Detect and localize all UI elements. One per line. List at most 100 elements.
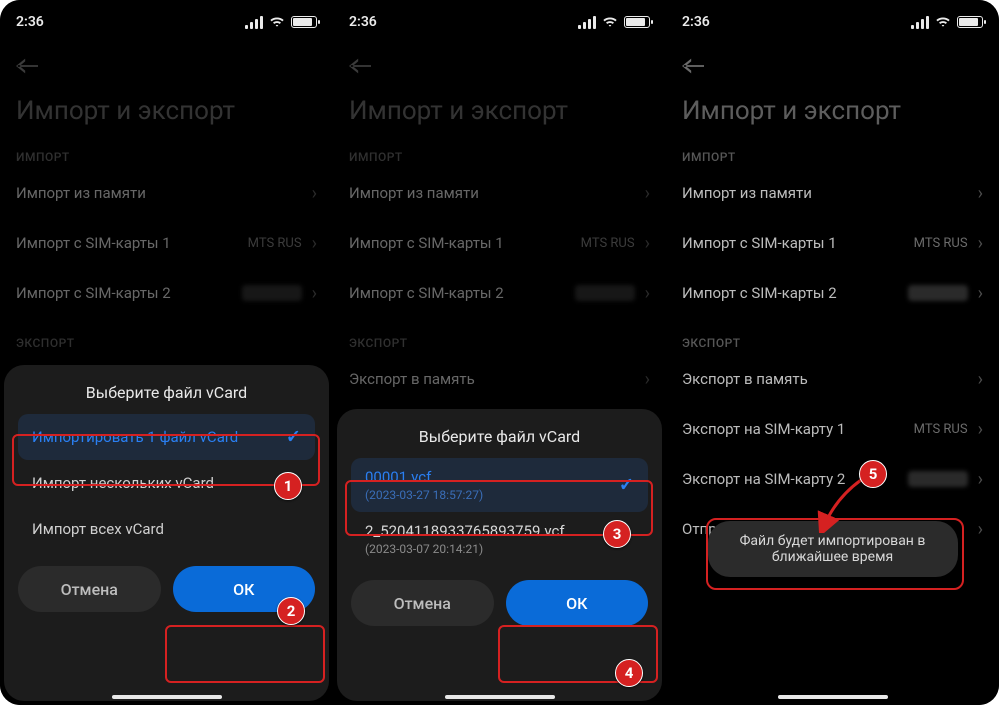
option-label: Импорт всех vCard xyxy=(32,520,164,538)
wifi-icon xyxy=(269,16,285,28)
row-label: Экспорт на SIM-карту 1 xyxy=(682,420,845,438)
home-indicator[interactable] xyxy=(445,695,555,699)
signal-icon xyxy=(245,16,263,29)
status-bar: 2:36 xyxy=(333,0,666,38)
file-name: 00001.vcf xyxy=(365,468,431,486)
file-item-1[interactable]: 00001.vcf (2023-03-27 18:57:27) ✓ xyxy=(351,458,648,512)
status-bar: 2:36 xyxy=(0,0,333,38)
wifi-icon xyxy=(935,16,951,28)
chevron-right-icon: › xyxy=(645,283,650,304)
row-import-memory[interactable]: Импорт из памяти › xyxy=(682,168,983,218)
check-icon: ✓ xyxy=(619,475,634,496)
dialog-title: Выберите файл vCard xyxy=(351,427,648,446)
signal-icon xyxy=(911,16,929,29)
row-import-sim2[interactable]: Импорт с SIM-карты 2 › xyxy=(349,268,650,318)
file-date: (2023-03-27 18:57:27) xyxy=(365,488,634,502)
chevron-right-icon: › xyxy=(312,283,317,304)
toast-text: Файл будет импортирован в ближайшее врем… xyxy=(740,533,926,565)
button-label: ОК xyxy=(233,580,254,599)
chevron-right-icon: › xyxy=(978,183,983,204)
option-label: Импортировать 1 файл vCard xyxy=(32,428,238,446)
dialog-buttons: Отмена ОК xyxy=(18,566,315,612)
row-tail: MTS RUS xyxy=(914,236,968,251)
chevron-right-icon: › xyxy=(978,519,983,540)
back-button[interactable] xyxy=(349,58,650,78)
status-right xyxy=(578,16,650,29)
status-right xyxy=(245,16,317,29)
tutorial-composite: 2:36 Импорт и экспорт ИМПОРТ Импорт из п… xyxy=(0,0,999,705)
chevron-right-icon: › xyxy=(312,233,317,254)
row-import-memory[interactable]: Импорт из памяти › xyxy=(16,168,317,218)
chevron-right-icon: › xyxy=(978,369,983,390)
row-label: Экспорт в память xyxy=(349,370,475,388)
check-icon: ✓ xyxy=(286,427,301,448)
status-time: 2:36 xyxy=(349,14,377,30)
row-tail: MTS RUS xyxy=(914,422,968,437)
section-import-label: ИМПОРТ xyxy=(16,150,317,164)
dialog-choose-vcard-mode: Выберите файл vCard Импортировать 1 файл… xyxy=(4,365,329,701)
row-label: Экспорт в память xyxy=(682,370,808,388)
chevron-right-icon: › xyxy=(978,419,983,440)
file-name: 2_5204118933765893759.vcf xyxy=(365,522,565,540)
row-label: Импорт из памяти xyxy=(682,184,812,202)
page-title: Импорт и экспорт xyxy=(349,96,650,126)
cancel-button[interactable]: Отмена xyxy=(18,566,161,612)
ok-button[interactable]: ОК xyxy=(506,580,649,626)
redacted-carrier xyxy=(908,471,968,487)
file-date: (2023-03-07 20:14:21) xyxy=(365,542,634,556)
row-import-sim1[interactable]: Импорт с SIM-карты 1 MTS RUS› xyxy=(349,218,650,268)
row-export-memory[interactable]: Экспорт в память › xyxy=(349,354,650,404)
row-import-sim1[interactable]: Импорт с SIM-карты 1 MTS RUS › xyxy=(16,218,317,268)
page-title: Импорт и экспорт xyxy=(16,96,317,126)
chevron-right-icon: › xyxy=(978,469,983,490)
back-button[interactable] xyxy=(16,58,317,78)
phone-screen-3: 2:36 Импорт и экспорт ИМПОРТ Импорт из п… xyxy=(666,0,999,705)
row-import-sim2[interactable]: Импорт с SIM-карты 2 › xyxy=(682,268,983,318)
option-import-all[interactable]: Импорт всех vCard xyxy=(18,506,315,552)
cancel-button[interactable]: Отмена xyxy=(351,580,494,626)
row-import-memory[interactable]: Импорт из памяти › xyxy=(349,168,650,218)
ok-button[interactable]: ОК xyxy=(173,566,316,612)
row-tail: MTS RUS xyxy=(581,236,635,251)
battery-icon xyxy=(957,16,983,28)
status-time: 2:36 xyxy=(16,14,44,30)
page-title: Импорт и экспорт xyxy=(682,96,983,126)
row-tail: MTS RUS xyxy=(248,236,302,251)
chevron-right-icon: › xyxy=(645,233,650,254)
row-export-memory[interactable]: Экспорт в память › xyxy=(682,354,983,404)
section-export-label: ЭКСПОРТ xyxy=(349,336,650,350)
status-bar: 2:36 xyxy=(666,0,999,38)
section-import-label: ИМПОРТ xyxy=(682,150,983,164)
redacted-carrier xyxy=(242,285,302,301)
row-label: Импорт из памяти xyxy=(16,184,146,202)
section-export-label: ЭКСПОРТ xyxy=(682,336,983,350)
option-import-multiple[interactable]: Импорт нескольких vCard xyxy=(18,460,315,506)
row-export-sim1[interactable]: Экспорт на SIM-карту 1 MTS RUS › xyxy=(682,404,983,454)
row-label: Импорт с SIM-карты 2 xyxy=(682,284,837,302)
row-import-sim1[interactable]: Импорт с SIM-карты 1 MTS RUS› xyxy=(682,218,983,268)
row-label: Импорт с SIM-карты 1 xyxy=(16,234,171,252)
row-export-sim2[interactable]: Экспорт на SIM-карту 2 › xyxy=(682,454,983,504)
file-item-2[interactable]: 2_5204118933765893759.vcf (2023-03-07 20… xyxy=(351,512,648,566)
chevron-right-icon: › xyxy=(978,233,983,254)
home-indicator[interactable] xyxy=(112,695,222,699)
chevron-right-icon: › xyxy=(645,183,650,204)
battery-icon xyxy=(291,16,317,28)
dialog-choose-vcard-file: Выберите файл vCard 00001.vcf (2023-03-2… xyxy=(337,409,662,701)
chevron-right-icon: › xyxy=(978,283,983,304)
option-import-one[interactable]: Импортировать 1 файл vCard ✓ xyxy=(18,414,315,460)
status-right xyxy=(911,16,983,29)
row-label: Экспорт на SIM-карту 2 xyxy=(682,470,845,488)
home-indicator[interactable] xyxy=(778,695,888,699)
dialog-title: Выберите файл vCard xyxy=(18,383,315,402)
chevron-right-icon: › xyxy=(645,369,650,390)
back-button[interactable] xyxy=(682,58,983,78)
row-label: Импорт с SIM-карты 2 xyxy=(16,284,171,302)
signal-icon xyxy=(578,16,596,29)
battery-icon xyxy=(624,16,650,28)
row-label: Импорт из памяти xyxy=(349,184,479,202)
phone-screen-1: 2:36 Импорт и экспорт ИМПОРТ Импорт из п… xyxy=(0,0,333,705)
chevron-right-icon: › xyxy=(312,183,317,204)
row-import-sim2[interactable]: Импорт с SIM-карты 2 › xyxy=(16,268,317,318)
wifi-icon xyxy=(602,16,618,28)
